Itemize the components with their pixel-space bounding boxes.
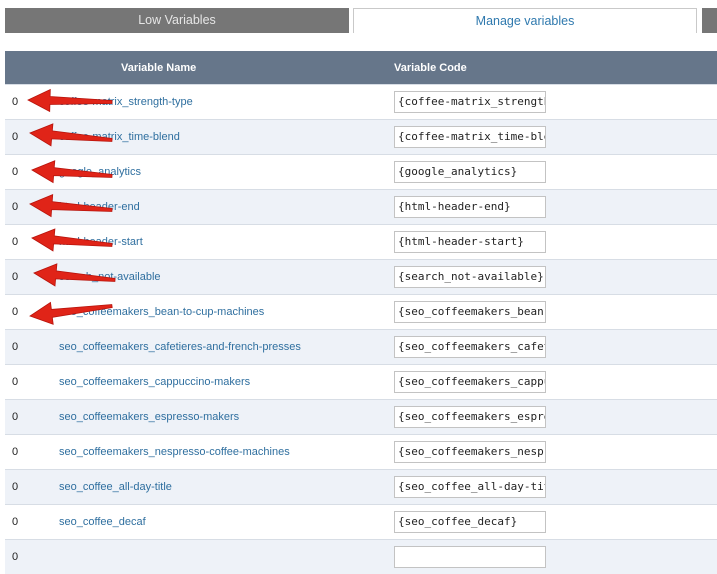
- variable-code-cell: {seo_coffeemakers_cappuccino-makers}: [388, 365, 717, 400]
- table-row: 0google_analytics {google_analytics}: [5, 155, 717, 190]
- table-row: 0coffee-matrix_strength-type {coffee-matr…: [5, 85, 717, 120]
- header-variable-code: Variable Code: [388, 51, 717, 85]
- row-count: 0: [5, 470, 59, 505]
- header-count: [5, 51, 59, 85]
- variable-name-cell: [59, 540, 388, 574]
- variable-code-input[interactable]: {google_analytics}: [394, 161, 546, 183]
- table-row: 0seo_coffeemakers_cappuccino-makers {seo_…: [5, 365, 717, 400]
- variable-name-cell: seo_coffeemakers_cappuccino-makers: [59, 365, 388, 400]
- variable-code-input[interactable]: {html-header-start}: [394, 231, 546, 253]
- variable-name-cell: seo_coffeemakers_espresso-makers: [59, 400, 388, 435]
- row-count: 0: [5, 85, 59, 120]
- variable-name-link[interactable]: seo_coffeemakers_bean-to-cup-machines: [59, 306, 264, 318]
- variable-code-cell: {seo_coffeemakers_bean-to-cup-machines}: [388, 295, 717, 330]
- variable-code-input[interactable]: {seo_coffee_all-day-title}: [394, 476, 546, 498]
- variable-name-link[interactable]: coffee-matrix_time-blend: [59, 131, 180, 143]
- variable-name-link[interactable]: seo_coffee_decaf: [59, 516, 146, 528]
- variable-code-cell: {seo_coffeemakers_espresso-makers}: [388, 400, 717, 435]
- variable-code-input[interactable]: {seo_coffeemakers_nespresso-coffee-machi…: [394, 441, 546, 463]
- row-count: 0: [5, 260, 59, 295]
- variable-code-input[interactable]: [394, 546, 546, 568]
- variable-code-cell: {seo_coffeemakers_cafetieres-and-french-…: [388, 330, 717, 365]
- variable-code-input[interactable]: {coffee-matrix_strength-type}: [394, 91, 546, 113]
- variable-code-cell: {html-header-end}: [388, 190, 717, 225]
- table-row: 0seo_coffeemakers_nespresso-coffee-machi…: [5, 435, 717, 470]
- variable-code-cell: {html-header-start}: [388, 225, 717, 260]
- row-count: 0: [5, 190, 59, 225]
- row-count: 0: [5, 365, 59, 400]
- table-row: 0seo_coffeemakers_espresso-makers {seo_co…: [5, 400, 717, 435]
- variable-name-cell: seo_coffee_decaf: [59, 505, 388, 540]
- table-header-row: Variable Name Variable Code: [5, 51, 717, 85]
- variable-code-input[interactable]: {html-header-end}: [394, 196, 546, 218]
- variable-name-link[interactable]: seo_coffeemakers_nespresso-coffee-machin…: [59, 446, 290, 458]
- tab-low-variables[interactable]: Low Variables: [5, 8, 349, 33]
- variable-code-input[interactable]: {seo_coffeemakers_cappuccino-makers}: [394, 371, 546, 393]
- table-row: 0seo_coffeemakers_bean-to-cup-machines {s…: [5, 295, 717, 330]
- row-count: 0: [5, 400, 59, 435]
- variable-code-input[interactable]: {seo_coffeemakers_espresso-makers}: [394, 406, 546, 428]
- tab-bar: Low Variables Manage variables: [0, 0, 717, 33]
- variable-code-input[interactable]: {search_not-available}: [394, 266, 546, 288]
- row-count: 0: [5, 540, 59, 574]
- row-count: 0: [5, 120, 59, 155]
- variable-name-cell: search_not-available: [59, 260, 388, 295]
- table-row: 0seo_coffeemakers_cafetieres-and-french-…: [5, 330, 717, 365]
- table-row: 0coffee-matrix_time-blend {coffee-matrix_…: [5, 120, 717, 155]
- table-row: 0seo_coffee_decaf {seo_coffee_decaf}: [5, 505, 717, 540]
- variables-table: Variable Name Variable Code 0coffee-matr…: [5, 51, 717, 574]
- variable-name-link[interactable]: coffee-matrix_strength-type: [59, 96, 193, 108]
- variable-code-cell: {seo_coffee_decaf}: [388, 505, 717, 540]
- variable-name-link[interactable]: search_not-available: [59, 271, 161, 283]
- variable-code-cell: {coffee-matrix_strength-type}: [388, 85, 717, 120]
- variable-name-link[interactable]: seo_coffee_all-day-title: [59, 481, 172, 493]
- row-count: 0: [5, 435, 59, 470]
- variable-code-input[interactable]: {seo_coffeemakers_bean-to-cup-machines}: [394, 301, 546, 323]
- variable-name-cell: coffee-matrix_strength-type: [59, 85, 388, 120]
- variable-name-link[interactable]: html-header-start: [59, 236, 143, 248]
- variable-name-cell: html-header-start: [59, 225, 388, 260]
- variable-code-input[interactable]: {seo_coffeemakers_cafetieres-and-french-…: [394, 336, 546, 358]
- variable-name-cell: seo_coffeemakers_cafetieres-and-french-p…: [59, 330, 388, 365]
- variable-name-cell: google_analytics: [59, 155, 388, 190]
- variable-name-link[interactable]: seo_coffeemakers_cappuccino-makers: [59, 376, 250, 388]
- row-count: 0: [5, 155, 59, 190]
- table-row: 0html-header-start {html-header-start}: [5, 225, 717, 260]
- variable-name-link[interactable]: seo_coffeemakers_cafetieres-and-french-p…: [59, 341, 301, 353]
- row-count: 0: [5, 330, 59, 365]
- variable-name-cell: coffee-matrix_time-blend: [59, 120, 388, 155]
- table-row: 0html-header-end {html-header-end}: [5, 190, 717, 225]
- variable-code-cell: {search_not-available}: [388, 260, 717, 295]
- variable-name-link[interactable]: google_analytics: [59, 166, 141, 178]
- variable-code-cell: {google_analytics}: [388, 155, 717, 190]
- variable-name-cell: seo_coffeemakers_bean-to-cup-machines: [59, 295, 388, 330]
- variable-name-link[interactable]: seo_coffeemakers_espresso-makers: [59, 411, 239, 423]
- row-count: 0: [5, 225, 59, 260]
- variable-name-link[interactable]: html-header-end: [59, 201, 140, 213]
- variable-code-cell: [388, 540, 717, 574]
- tab-manage-variables[interactable]: Manage variables: [353, 8, 697, 33]
- variable-code-cell: {seo_coffee_all-day-title}: [388, 470, 717, 505]
- table-row: 0seo_coffee_all-day-title {seo_coffee_all…: [5, 470, 717, 505]
- variable-name-cell: html-header-end: [59, 190, 388, 225]
- variable-code-cell: {coffee-matrix_time-blend}: [388, 120, 717, 155]
- header-variable-name: Variable Name: [59, 51, 388, 85]
- row-count: 0: [5, 505, 59, 540]
- table-row: 0: [5, 540, 717, 574]
- variable-code-cell: {seo_coffeemakers_nespresso-coffee-machi…: [388, 435, 717, 470]
- variable-code-input[interactable]: {seo_coffee_decaf}: [394, 511, 546, 533]
- variable-name-cell: seo_coffeemakers_nespresso-coffee-machin…: [59, 435, 388, 470]
- variable-code-input[interactable]: {coffee-matrix_time-blend}: [394, 126, 546, 148]
- tab-overflow: [702, 8, 717, 33]
- table-row: 0search_not-available {search_not-availab…: [5, 260, 717, 295]
- variable-name-cell: seo_coffee_all-day-title: [59, 470, 388, 505]
- row-count: 0: [5, 295, 59, 330]
